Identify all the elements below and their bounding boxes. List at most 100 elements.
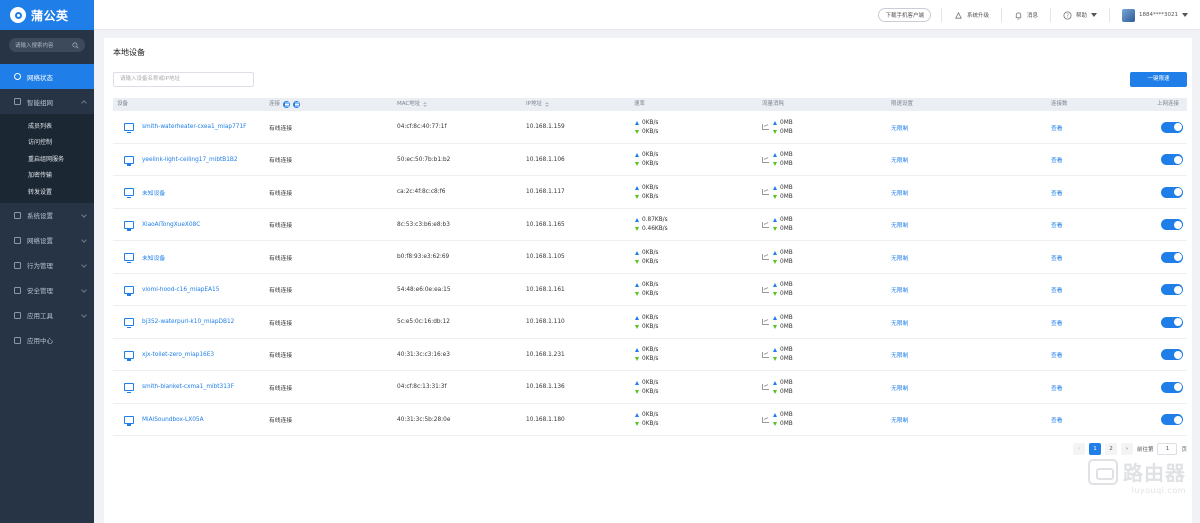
download-client-button[interactable]: 下载手机客户端 xyxy=(878,8,931,22)
mac-address: 8c:53:c3:b6:e8:b3 xyxy=(397,221,450,228)
sidebar-item-security[interactable]: 安全管理 xyxy=(0,278,94,303)
filter-icon[interactable] xyxy=(283,101,291,108)
internet-access-toggle[interactable] xyxy=(1161,284,1183,295)
speed-limit-link[interactable]: 无限制 xyxy=(891,274,908,306)
page-button-1[interactable]: 1 xyxy=(1088,443,1101,455)
table-row: smith-blanket-cxma1_mibt313F 有线连接 04:cf:8c… xyxy=(113,371,1187,404)
brand[interactable]: 蒲公英 xyxy=(0,0,94,30)
column-speed-limit: 限速设置 xyxy=(891,98,913,111)
internet-access-toggle[interactable] xyxy=(1161,121,1183,133)
traffic-chart-icon[interactable] xyxy=(762,254,769,260)
sidebar-item-tools[interactable]: 应用工具 xyxy=(0,303,94,328)
internet-access-toggle[interactable] xyxy=(1161,251,1183,263)
traffic-chart-icon[interactable] xyxy=(762,351,769,358)
column-ip[interactable]: IP地址 xyxy=(526,98,549,111)
device-name-link[interactable]: xjx-toilet-zero_miap16E3 xyxy=(142,352,214,358)
sidebar-subitem-encryption[interactable]: 加密传输 xyxy=(0,167,94,184)
traffic-chart-icon[interactable] xyxy=(762,221,769,228)
sort-icon[interactable] xyxy=(423,102,428,107)
messages-button[interactable]: 消息 xyxy=(1002,11,1050,20)
speed-limit-link[interactable]: 无限制 xyxy=(891,111,908,143)
internet-access-toggle[interactable] xyxy=(1161,154,1183,165)
view-connections-link[interactable]: 查看 xyxy=(1051,144,1063,176)
sidebar-subitem-members[interactable]: 成员列表 xyxy=(0,117,94,134)
device-name-link[interactable]: MiAiSoundbox-LX05A xyxy=(142,417,204,423)
view-connections-link[interactable]: 查看 xyxy=(1051,176,1063,208)
internet-access-toggle[interactable] xyxy=(1161,381,1183,393)
prev-page-button[interactable]: ‹ xyxy=(1072,443,1085,455)
view-connections-link[interactable]: 查看 xyxy=(1051,274,1063,306)
system-upgrade-button[interactable]: 系统升级 xyxy=(942,11,1001,20)
speed-limit-link[interactable]: 无限制 xyxy=(891,306,908,338)
help-menu[interactable]: ? 帮助 xyxy=(1051,10,1109,20)
page-suffix: 页 xyxy=(1181,447,1187,453)
device-name-link[interactable]: smith-waterheater-cxea1_miap771F xyxy=(142,124,247,130)
device-name-link[interactable]: bj352-waterpuri-k10_miapDB12 xyxy=(142,319,234,325)
sidebar-item-system-settings[interactable]: 系统设置 xyxy=(0,203,94,228)
internet-access-toggle[interactable] xyxy=(1161,219,1183,230)
view-connections-link[interactable]: 查看 xyxy=(1051,404,1063,436)
page-button-2[interactable]: 2 xyxy=(1104,443,1117,455)
sidebar-item-network-status[interactable]: 网络状态 xyxy=(0,64,94,89)
computer-icon xyxy=(124,383,134,393)
speed-limit-link[interactable]: 无限制 xyxy=(891,339,908,371)
internet-access-toggle[interactable] xyxy=(1161,186,1183,198)
device-name-link[interactable]: smith-blanket-cxma1_mibt313F xyxy=(142,384,234,390)
view-connections-link[interactable]: 查看 xyxy=(1051,111,1063,143)
download-rate: 0KB/s xyxy=(642,323,659,330)
traffic-chart-icon[interactable] xyxy=(762,384,769,390)
download-rate: 0KB/s xyxy=(642,258,659,265)
download-arrow-icon xyxy=(773,422,777,426)
internet-access-toggle[interactable] xyxy=(1161,349,1183,360)
device-name-link[interactable]: viomi-hood-c16_miapEA15 xyxy=(142,287,219,293)
traffic-chart-icon[interactable] xyxy=(762,416,769,423)
connection-type: 有线连接 xyxy=(269,255,293,262)
view-connections-link[interactable]: 查看 xyxy=(1051,371,1063,403)
next-page-button[interactable]: › xyxy=(1120,443,1133,455)
filter-icon[interactable] xyxy=(293,101,301,108)
rate-cell: 0KB/s 0KB/s xyxy=(635,144,658,176)
sidebar-search-input[interactable]: 请输入搜索内容 xyxy=(9,38,85,52)
sidebar-subitem-forwarding[interactable]: 转发设置 xyxy=(0,183,94,200)
sidebar-item-behavior-management[interactable]: 行为管理 xyxy=(0,253,94,278)
view-connections-link[interactable]: 查看 xyxy=(1051,209,1063,241)
one-click-speed-limit-button[interactable]: 一键限速 xyxy=(1130,72,1187,87)
search-icon[interactable] xyxy=(72,41,79,49)
sidebar-item-app-center[interactable]: 应用中心 xyxy=(0,328,94,353)
view-connections-link[interactable]: 查看 xyxy=(1051,241,1063,273)
sidebar-subitem-restart-service[interactable]: 重启组网服务 xyxy=(0,150,94,167)
ip-address: 10.168.1.231 xyxy=(526,351,565,358)
sort-icon[interactable] xyxy=(544,102,549,107)
traffic-chart-icon[interactable] xyxy=(762,156,769,163)
speed-limit-link[interactable]: 无限制 xyxy=(891,241,908,273)
sidebar-item-smart-networking[interactable]: 智能组网 xyxy=(0,89,94,114)
goto-page-input[interactable]: 1 xyxy=(1157,443,1178,455)
traffic-chart-icon[interactable] xyxy=(762,189,769,195)
device-name-link[interactable]: 未知设备 xyxy=(142,253,165,262)
table-header: 设备 连接 MAC地址 IP地址 速率 流量消耗 限速设置 连接数 上网连接 xyxy=(113,98,1187,111)
gear-icon xyxy=(14,211,21,219)
internet-access-toggle[interactable] xyxy=(1161,414,1183,425)
device-name-link[interactable]: yeelink-light-ceiling17_mibtB1B2 xyxy=(142,157,238,163)
account-menu[interactable]: 1884****3021 xyxy=(1110,8,1200,22)
column-mac[interactable]: MAC地址 xyxy=(397,98,428,111)
internet-access-toggle[interactable] xyxy=(1161,316,1183,328)
view-connections-link[interactable]: 查看 xyxy=(1051,306,1063,338)
sidebar-subitem-access-control[interactable]: 访问控制 xyxy=(0,134,94,151)
device-name-link[interactable]: 未知设备 xyxy=(142,188,165,197)
speed-limit-link[interactable]: 无限制 xyxy=(891,404,908,436)
speed-limit-link[interactable]: 无限制 xyxy=(891,209,908,241)
upload-rate: 0KB/s xyxy=(642,152,659,158)
traffic-chart-icon[interactable] xyxy=(762,286,769,293)
speed-limit-link[interactable]: 无限制 xyxy=(891,176,908,208)
upload-traffic: 0MB xyxy=(780,412,793,418)
device-name-link[interactable]: XiaoAiTongXueX08C xyxy=(142,222,200,228)
view-connections-link[interactable]: 查看 xyxy=(1051,339,1063,371)
traffic-chart-icon[interactable] xyxy=(762,319,769,325)
device-cell: bj352-waterpuri-k10_miapDB12 xyxy=(124,306,234,338)
sidebar-item-network-settings[interactable]: 网络设置 xyxy=(0,228,94,253)
speed-limit-link[interactable]: 无限制 xyxy=(891,371,908,403)
speed-limit-link[interactable]: 无限制 xyxy=(891,144,908,176)
traffic-chart-icon[interactable] xyxy=(762,124,769,130)
device-search-input[interactable]: 请输入设备名称或IP地址 xyxy=(113,72,254,87)
